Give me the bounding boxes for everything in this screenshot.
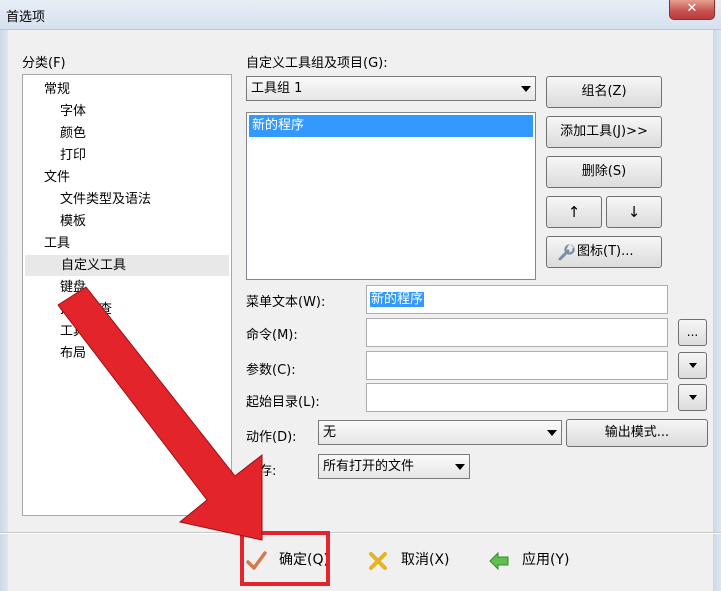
group-name-button[interactable]: 组名(Z) — [546, 76, 662, 108]
menu-text-label: 菜单文本(W): — [246, 295, 326, 310]
tree-item-color[interactable]: 颜色 — [60, 123, 86, 144]
tree-item-keyboard[interactable]: 键盘 — [60, 277, 86, 298]
move-up-button[interactable]: ↑ — [546, 196, 602, 228]
tree-item-spellcheck[interactable]: 拼写检查 — [60, 299, 112, 320]
browse-button[interactable]: ... — [678, 319, 707, 346]
output-mode-button[interactable]: 输出模式... — [566, 419, 708, 447]
icon-button[interactable]: 图标(T)... — [546, 236, 662, 268]
tree-item-print[interactable]: 打印 — [60, 145, 86, 166]
menu-text-value: 新的程序 — [370, 292, 425, 307]
params-label: 参数(C): — [246, 363, 296, 378]
action-label: 动作(D): — [246, 430, 297, 445]
footer-separator — [0, 532, 721, 534]
category-tree[interactable]: 常规 字体 颜色 打印 文件 文件类型及语法 模板 工具 自定义工具 键盘 拼写… — [22, 74, 232, 516]
command-label: 命令(M): — [246, 328, 298, 343]
tool-group-select[interactable]: 工具组 1 — [246, 76, 536, 101]
save-select[interactable]: 所有打开的文件 — [318, 454, 470, 479]
close-button[interactable]: ✕ — [669, 0, 715, 20]
tools-group-label: 自定义工具组及项目(G): — [246, 56, 388, 71]
action-select[interactable]: 无 — [318, 420, 562, 445]
save-label: 保存: — [246, 464, 277, 479]
delete-button[interactable]: 删除(S) — [546, 156, 662, 188]
tree-item-tools[interactable]: 工具 — [44, 233, 70, 254]
tree-item-general[interactable]: 常规 — [44, 79, 70, 100]
tool-group-value: 工具组 1 — [251, 81, 303, 96]
list-item-selected[interactable]: 新的程序 — [249, 115, 533, 137]
window-frame-right — [713, 30, 721, 591]
chevron-down-icon — [547, 430, 557, 436]
tree-item-font[interactable]: 字体 — [60, 101, 86, 122]
start-dir-menu-button[interactable] — [678, 384, 707, 411]
green-arrow-icon — [489, 551, 509, 571]
window-frame-left — [0, 30, 8, 591]
add-tool-button[interactable]: 添加工具(J)>> — [546, 116, 662, 148]
menu-text-input[interactable]: 新的程序 — [366, 285, 668, 314]
tool-items-list[interactable]: 新的程序 — [246, 112, 536, 280]
tree-item-toolbar[interactable]: 工具栏 — [60, 321, 99, 342]
start-dir-input[interactable] — [366, 383, 668, 412]
chevron-down-icon — [689, 363, 697, 368]
params-menu-button[interactable] — [678, 352, 707, 379]
tree-item-template[interactable]: 模板 — [60, 211, 86, 232]
start-dir-label: 起始目录(L): — [246, 395, 320, 410]
chevron-down-icon — [521, 86, 531, 92]
chevron-down-icon — [455, 464, 465, 470]
action-value: 无 — [323, 425, 337, 440]
window-title: 首选项 — [6, 10, 46, 25]
cancel-label: 取消(X) — [401, 552, 450, 568]
annotation-highlight-box — [240, 531, 330, 586]
apply-label: 应用(Y) — [522, 552, 570, 568]
move-down-button[interactable]: ↓ — [606, 196, 662, 228]
tree-item-custom-tools[interactable]: 自定义工具 — [25, 255, 229, 276]
save-value: 所有打开的文件 — [323, 459, 415, 474]
apply-button[interactable]: 应用(Y) — [488, 545, 578, 575]
cancel-button[interactable]: 取消(X) — [367, 545, 457, 575]
wrench-icon — [558, 244, 575, 261]
tree-item-layout[interactable]: 布局 — [60, 343, 86, 364]
tree-item-filetype-syntax[interactable]: 文件类型及语法 — [60, 189, 151, 210]
tree-item-file[interactable]: 文件 — [44, 167, 70, 188]
category-label: 分类(F) — [22, 56, 66, 71]
icon-button-label: 图标(T)... — [577, 244, 634, 259]
title-bar: 首选项 ✕ — [0, 0, 721, 30]
close-icon: ✕ — [686, 1, 698, 16]
params-input[interactable] — [366, 351, 668, 380]
chevron-down-icon — [689, 395, 697, 400]
command-input[interactable] — [366, 318, 668, 347]
cross-icon — [369, 552, 387, 570]
